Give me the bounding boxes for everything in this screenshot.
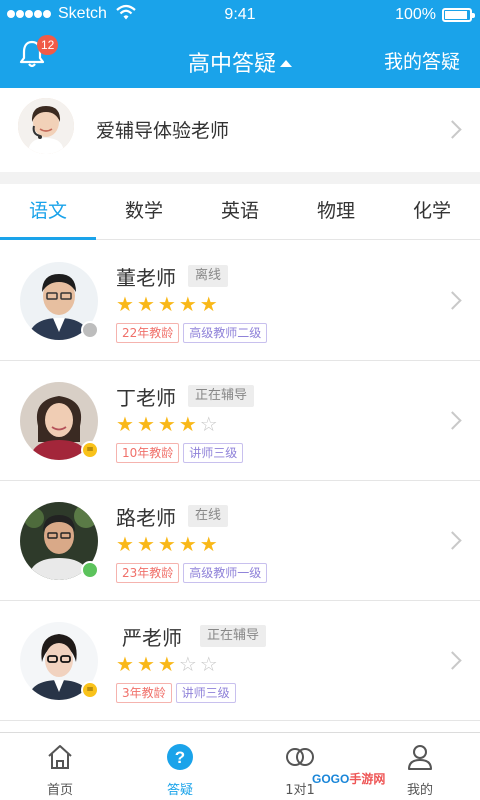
teacher-row[interactable]: 路老师 在线 ★★★★★ 23年教龄 高级教师一级 [0, 480, 480, 601]
star-filled-icon: ★ [136, 532, 158, 556]
top-bar: Sketch 9:41 100% 12 高中答疑 我的答疑 [0, 0, 480, 88]
teacher-name: 董老师 [116, 266, 176, 290]
star-filled-icon: ★ [157, 412, 179, 436]
star-filled-icon: ★ [157, 292, 179, 316]
tutor-avatar [18, 98, 74, 154]
online-dot [81, 561, 99, 579]
svg-text:?: ? [175, 748, 185, 767]
chevron-right-icon [443, 291, 462, 310]
battery-percentage: 100% [395, 6, 436, 23]
tab-physics[interactable]: 物理 [288, 184, 384, 239]
tab-label: 答疑 [166, 783, 193, 798]
rank-tag: 讲师三级 [183, 443, 244, 463]
star-empty-icon: ☆ [199, 652, 221, 676]
rating-stars: ★★★★★ [116, 532, 221, 556]
rating-stars: ★★★★★ [116, 292, 221, 316]
trial-tutor-card[interactable]: 爱辅导体验老师 [0, 88, 480, 172]
tab-questions[interactable]: ? 答疑 [120, 733, 240, 800]
experience-tag: 22年教龄 [116, 323, 180, 343]
experience-tag: 23年教龄 [116, 563, 180, 583]
tab-english[interactable]: 英语 [192, 184, 288, 239]
star-filled-icon: ★ [136, 292, 158, 316]
battery-icon [442, 8, 475, 22]
status-badge: 离线 [188, 265, 229, 287]
home-icon [48, 745, 72, 769]
star-filled-icon: ★ [116, 532, 137, 556]
status-bar: Sketch 9:41 100% [0, 0, 480, 32]
teacher-row[interactable]: = 严老师 正在辅导 ★★★☆☆ 3年教龄 讲师三级 [0, 600, 480, 721]
teacher-tags: 10年教龄 讲师三级 [116, 442, 247, 463]
tab-label: 首页 [46, 783, 73, 798]
rating-stars: ★★★★☆ [116, 412, 221, 436]
status-badge: 在线 [188, 505, 229, 527]
teacher-row[interactable]: = 丁老师 正在辅导 ★★★★☆ 10年教龄 讲师三级 [0, 360, 480, 481]
teacher-name: 严老师 [122, 626, 182, 650]
rank-tag: 讲师三级 [175, 683, 236, 703]
tutor-name: 爱辅导体验老师 [96, 120, 230, 142]
star-filled-icon: ★ [116, 652, 137, 676]
profile-icon [408, 745, 432, 770]
busy-dot: = [81, 681, 99, 699]
star-filled-icon: ★ [157, 652, 179, 676]
star-filled-icon: ★ [116, 412, 137, 436]
teacher-name: 丁老师 [116, 386, 176, 410]
bottom-tab-bar: 首页 ? 答疑 1对1 我的 [0, 732, 480, 800]
teacher-list: 董老师 离线 ★★★★★ 22年教龄 高级教师二级 = 丁老师 正在辅导 ★★★★… [0, 240, 480, 732]
experience-tag: 10年教龄 [116, 443, 180, 463]
subject-tabs: 语文 数学 英语 物理 化学 [0, 184, 480, 240]
star-filled-icon: ★ [178, 412, 200, 436]
caret-up-icon [280, 60, 292, 67]
rating-stars: ★★★☆☆ [116, 652, 221, 676]
star-filled-icon: ★ [178, 532, 200, 556]
teacher-name: 路老师 [116, 506, 176, 530]
star-filled-icon: ★ [178, 292, 200, 316]
watermark-sub: 手游网 [349, 772, 386, 786]
chevron-right-icon [443, 411, 462, 430]
rank-tag: 高级教师二级 [183, 323, 268, 343]
chevron-right-icon [443, 120, 462, 139]
star-filled-icon: ★ [199, 532, 221, 556]
teacher-tags: 3年教龄 讲师三级 [116, 682, 240, 703]
rank-tag: 高级教师一级 [183, 563, 268, 583]
watermark-logo: GOGO手游网 [312, 770, 406, 792]
star-filled-icon: ★ [136, 412, 158, 436]
teacher-tags: 23年教龄 高级教师一级 [116, 562, 271, 583]
star-empty-icon: ☆ [178, 652, 200, 676]
watermark-brand: GOGO [312, 772, 350, 786]
star-filled-icon: ★ [199, 292, 221, 316]
star-filled-icon: ★ [136, 652, 158, 676]
experience-tag: 3年教龄 [116, 683, 172, 703]
page-title: 高中答疑 [187, 52, 276, 77]
star-filled-icon: ★ [157, 532, 179, 556]
tab-math[interactable]: 数学 [96, 184, 192, 239]
tab-home[interactable]: 首页 [0, 733, 120, 800]
status-badge: 正在辅导 [200, 625, 267, 647]
chevron-right-icon [443, 531, 462, 550]
teacher-row[interactable]: 董老师 离线 ★★★★★ 22年教龄 高级教师二级 [0, 240, 480, 361]
star-filled-icon: ★ [116, 292, 137, 316]
one-on-one-icon [286, 748, 314, 766]
teacher-tags: 22年教龄 高级教师二级 [116, 322, 271, 343]
tab-chemistry[interactable]: 化学 [384, 184, 480, 239]
question-icon: ? [167, 744, 193, 770]
busy-dot: = [81, 441, 99, 459]
my-questions-link[interactable]: 我的答疑 [384, 47, 460, 74]
chevron-right-icon [443, 651, 462, 670]
tab-chinese[interactable]: 语文 [0, 184, 96, 240]
star-empty-icon: ☆ [199, 412, 221, 436]
offline-dot [81, 321, 99, 339]
status-badge: 正在辅导 [188, 385, 255, 407]
